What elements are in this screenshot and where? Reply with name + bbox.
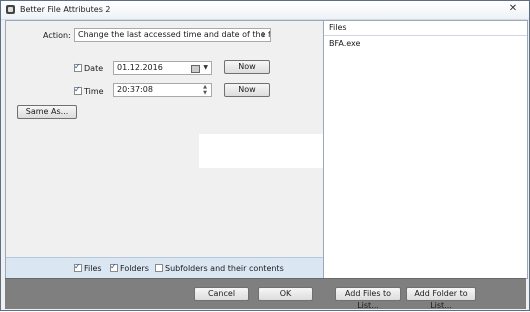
same-as-button[interactable]: Same As... <box>17 105 77 119</box>
files-panel: Files BFA.exe <box>323 20 528 279</box>
add-files-button[interactable]: Add Files to List... <box>335 287 401 310</box>
filter-bar: Files Folders Subfolders and their conte… <box>6 257 324 279</box>
files-column-header[interactable]: Files <box>324 21 527 36</box>
time-now-button[interactable]: Now <box>224 83 270 97</box>
time-field[interactable]: 20:37:08 ▲ ▼ <box>113 83 212 97</box>
date-picker[interactable]: 01.12.2016 ▼ <box>113 61 212 75</box>
add-folder-button[interactable]: Add Folder to List... <box>406 287 476 310</box>
action-label: Action: <box>43 31 71 40</box>
subfolders-checkbox[interactable] <box>155 264 163 272</box>
blank-overlay <box>199 134 323 168</box>
ok-button[interactable]: OK <box>258 287 313 301</box>
spinner-icon[interactable]: ▲ ▼ <box>201 84 209 96</box>
main-window: Better File Attributes 2 ✕ Action: Chang… <box>0 0 530 311</box>
date-label: Date <box>84 64 104 73</box>
action-select-value: Change the last accessed time and date o… <box>78 30 271 39</box>
chevron-down-icon[interactable]: ▼ <box>203 62 208 74</box>
list-item[interactable]: BFA.exe <box>329 39 360 48</box>
time-label: Time <box>84 87 104 96</box>
files-checkbox[interactable] <box>74 262 82 272</box>
folders-checkbox-label: Folders <box>120 264 149 273</box>
button-bar: Cancel OK Add Files to List... Add Folde… <box>5 278 526 310</box>
date-checkbox[interactable] <box>74 62 82 72</box>
app-icon <box>6 5 15 14</box>
time-value: 20:37:08 <box>117 85 153 94</box>
updown-icon: ⇕ <box>260 31 266 39</box>
calendar-icon[interactable] <box>191 65 200 73</box>
cancel-button[interactable]: Cancel <box>194 287 249 301</box>
date-now-button[interactable]: Now <box>224 60 270 74</box>
action-select[interactable]: Change the last accessed time and date o… <box>74 28 271 42</box>
files-header-label: Files <box>329 23 347 32</box>
files-checkbox-label: Files <box>84 264 102 273</box>
close-button[interactable]: ✕ <box>507 3 519 15</box>
time-checkbox[interactable] <box>74 85 82 95</box>
subfolders-checkbox-label: Subfolders and their contents <box>165 264 284 273</box>
folders-checkbox[interactable] <box>110 262 118 272</box>
date-value: 01.12.2016 <box>117 63 163 72</box>
window-title: Better File Attributes 2 <box>20 5 111 14</box>
title-bar: Better File Attributes 2 ✕ <box>1 1 529 20</box>
